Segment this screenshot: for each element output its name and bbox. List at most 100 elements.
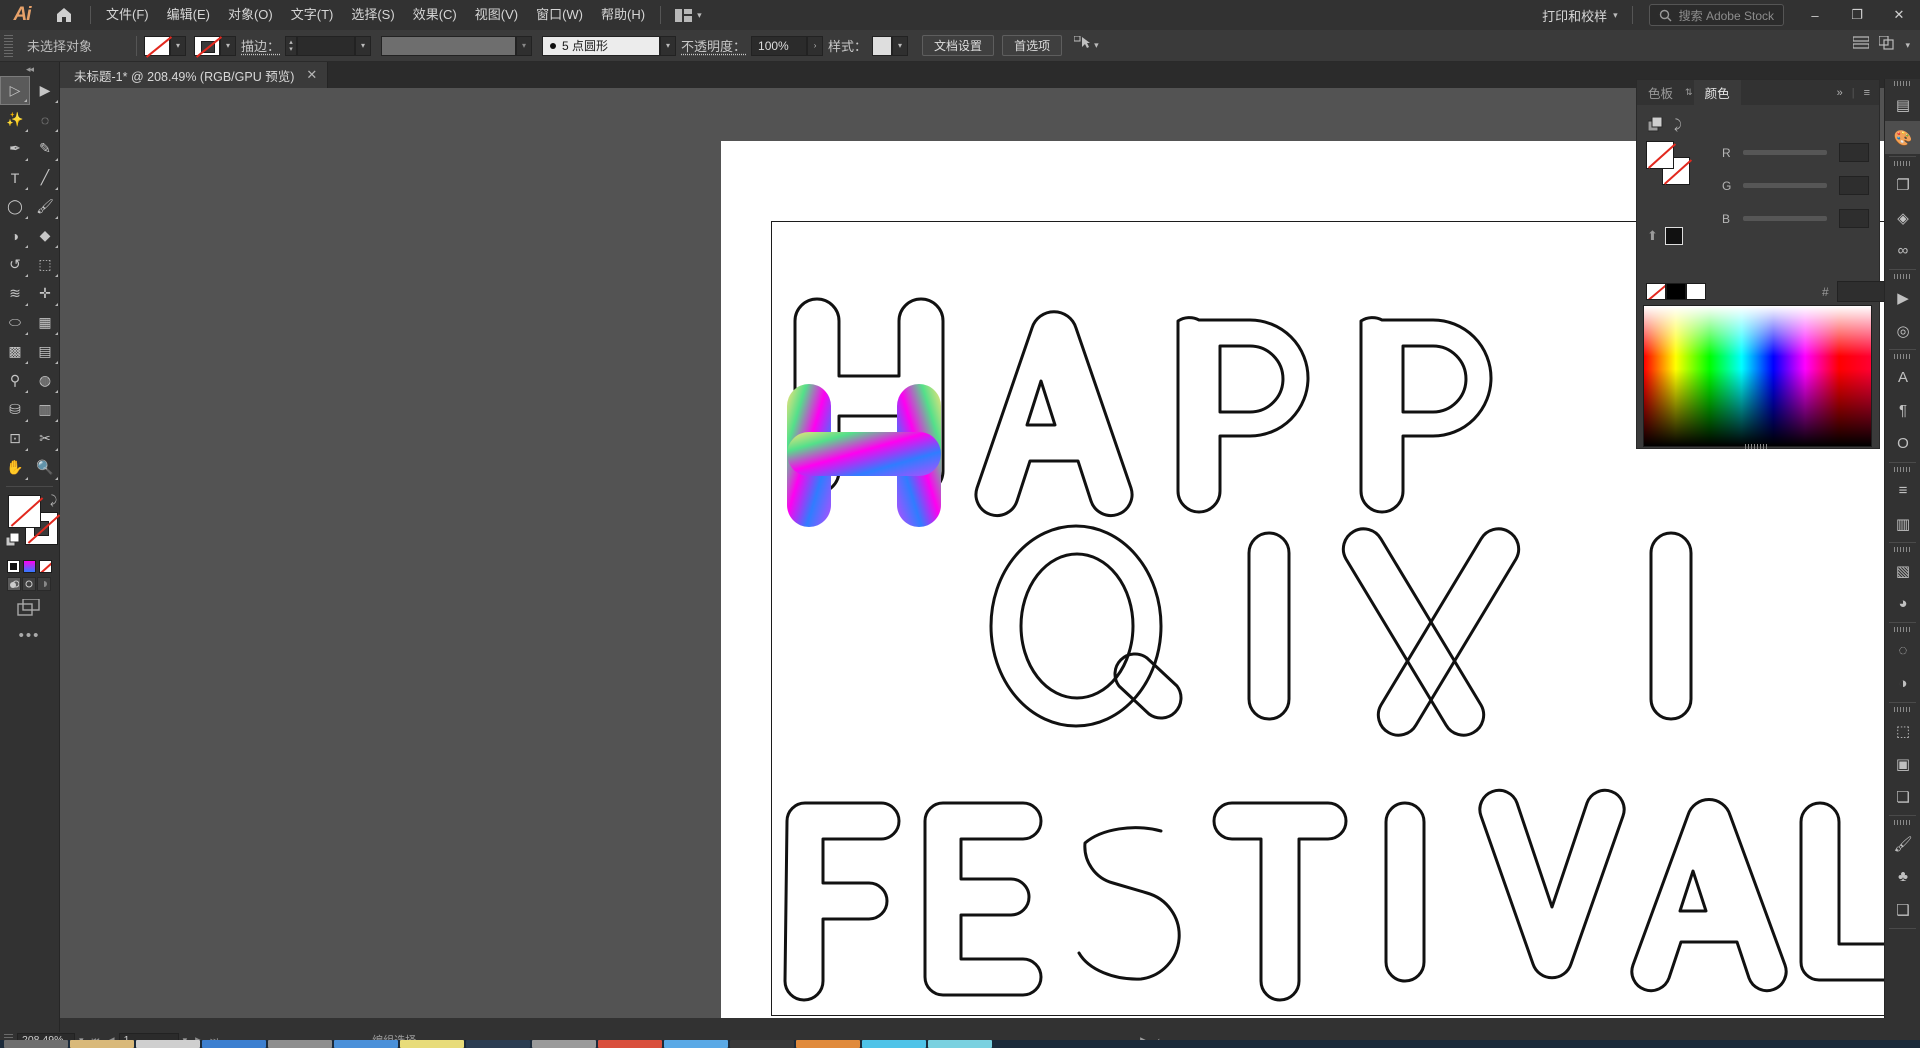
slice-tool[interactable]: ✂	[30, 424, 60, 453]
gradient-tool[interactable]: ▤	[30, 337, 60, 366]
color-panel-fill-stroke-toggle-icon[interactable]	[1647, 116, 1663, 137]
menu-help[interactable]: 帮助(H)	[592, 0, 654, 30]
ellipse-tool[interactable]: ◯	[0, 192, 30, 221]
taskbar-app-8[interactable]	[466, 1040, 530, 1048]
rail-group-grip-3[interactable]	[1885, 352, 1920, 361]
panel-menu-icon[interactable]: ≡	[1864, 87, 1870, 99]
opentype-panel-icon[interactable]: O	[1885, 427, 1920, 460]
layers-panel-icon[interactable]: ◈	[1885, 201, 1920, 234]
gradient-icon[interactable]	[23, 560, 36, 573]
appearance-panel-icon[interactable]: ◕	[1885, 587, 1920, 620]
menu-effect[interactable]: 效果(C)	[404, 0, 466, 30]
select-similar-dropdown-icon[interactable]: ▾	[1094, 40, 1099, 51]
opacity-flyout-icon[interactable]: ›	[807, 35, 824, 56]
slider-b-track[interactable]	[1743, 216, 1827, 221]
lasso-tool[interactable]: ◌	[30, 105, 60, 134]
tab-color[interactable]: 颜色	[1693, 80, 1741, 105]
last-used-color-swatch[interactable]	[1664, 227, 1683, 245]
none-icon[interactable]	[39, 560, 52, 573]
symbol-sprayer-tool[interactable]: ⛁	[0, 395, 30, 424]
transparency-panel-icon[interactable]: ▧	[1885, 554, 1920, 587]
fill-swatch-large[interactable]	[8, 495, 44, 528]
rail-group-grip-4[interactable]	[1885, 465, 1920, 474]
rail-group-grip-5[interactable]	[1885, 545, 1920, 554]
artboards-panel-icon[interactable]: ❐	[1885, 168, 1920, 201]
color-spectrum-ramp[interactable]	[1643, 305, 1872, 447]
gradient-panel-icon[interactable]: ▥	[1885, 507, 1920, 540]
arrange-icon[interactable]	[1878, 35, 1895, 55]
fill-color-swatch[interactable]	[144, 35, 170, 56]
brush-definition-field[interactable]: 5 点圆形	[542, 35, 661, 56]
hex-input[interactable]	[1836, 281, 1889, 302]
align-panel-icon[interactable]: ≡	[1885, 474, 1920, 507]
taskbar-app-12[interactable]	[730, 1040, 794, 1048]
rail-group-grip-0[interactable]	[1885, 79, 1920, 88]
none-swatch[interactable]	[1646, 283, 1666, 300]
eyedropper-tool[interactable]: ⚲	[0, 366, 30, 395]
home-icon[interactable]	[44, 0, 84, 30]
panel-group-toggle-icon[interactable]: ⇅	[1684, 80, 1694, 105]
paintbrush-tool[interactable]: 🖌	[30, 192, 60, 221]
zoom-tool[interactable]: 🔍	[30, 453, 60, 482]
taskbar-app-13[interactable]	[796, 1040, 860, 1048]
hand-tool[interactable]: ✋	[0, 453, 30, 482]
line-segment-tool[interactable]: ╱	[30, 163, 60, 192]
taskbar-app-4[interactable]	[202, 1040, 266, 1048]
taskbar-app-14[interactable]	[862, 1040, 926, 1048]
graphic-style-swatch[interactable]	[872, 35, 893, 56]
chevron-down-icon-proof[interactable]: ▾	[1613, 10, 1626, 21]
control-bar-grip[interactable]	[4, 34, 13, 57]
more-tools-icon[interactable]: •••	[0, 617, 59, 644]
panel-resize-grip[interactable]	[1745, 444, 1767, 449]
menu-file[interactable]: 文件(F)	[97, 0, 158, 30]
selection-tool[interactable]: ▷	[0, 76, 30, 105]
blend-tool[interactable]: ◍	[30, 366, 60, 395]
graphic-styles-panel-icon[interactable]: ◑	[1885, 667, 1920, 700]
menu-view[interactable]: 视图(V)	[466, 0, 527, 30]
transform-panel-icon[interactable]: ⬚	[1885, 714, 1920, 747]
tab-swatches[interactable]: 色板	[1637, 80, 1684, 105]
slider-g-track[interactable]	[1743, 183, 1827, 188]
taskbar-app-7[interactable]	[400, 1040, 464, 1048]
slider-b-value[interactable]	[1839, 209, 1869, 228]
swatches-panel-icon[interactable]: ▤	[1885, 88, 1920, 121]
taskbar-app-1[interactable]	[4, 1040, 68, 1048]
select-similar-icon[interactable]	[1073, 35, 1091, 55]
menu-type[interactable]: 文字(T)	[282, 0, 343, 30]
taskbar-app-11[interactable]	[664, 1040, 728, 1048]
opacity-input[interactable]: 100%	[751, 35, 808, 56]
actions-panel-icon[interactable]: ▶	[1885, 281, 1920, 314]
stroke-weight-dropdown-icon[interactable]: ▾	[355, 35, 372, 56]
taskbar-app-6[interactable]	[334, 1040, 398, 1048]
variable-width-dropdown-icon[interactable]: ▾	[516, 35, 533, 56]
white-swatch[interactable]	[1686, 283, 1706, 300]
default-fill-stroke-icon[interactable]	[5, 532, 21, 553]
document-setup-button[interactable]: 文档设置	[922, 35, 995, 56]
slider-r-value[interactable]	[1839, 143, 1869, 162]
perspective-grid-tool[interactable]: ▦	[30, 308, 60, 337]
brush-dropdown-icon[interactable]: ▾	[660, 35, 677, 56]
stroke-weight-stepper[interactable]: ▴ ▾	[285, 35, 298, 56]
shape-builder-tool[interactable]: ⬭	[0, 308, 30, 337]
column-graph-tool[interactable]: ▥	[30, 395, 60, 424]
window-restore-button[interactable]: ❐	[1836, 0, 1878, 30]
type-tool[interactable]: T	[0, 163, 30, 192]
brushes-panel-icon[interactable]: 🖌	[1885, 827, 1920, 860]
taskbar-app-15[interactable]	[928, 1040, 992, 1048]
color-panel-fill-swatch[interactable]	[1646, 141, 1677, 169]
collapse-panel-icon[interactable]: »	[1837, 87, 1843, 99]
rail-group-grip-7[interactable]	[1885, 705, 1920, 714]
rail-group-grip-6[interactable]	[1885, 625, 1920, 634]
cc-libraries-panel-icon[interactable]: ◎	[1885, 314, 1920, 347]
menu-object[interactable]: 对象(O)	[219, 0, 282, 30]
width-tool[interactable]: ≋	[0, 279, 30, 308]
menu-edit[interactable]: 编辑(E)	[158, 0, 219, 30]
color-panel-icon[interactable]: 🎨	[1885, 121, 1920, 154]
align-icon[interactable]	[1852, 36, 1871, 55]
document-info-panel-icon[interactable]: ❑	[1885, 893, 1920, 926]
paragraph-panel-icon[interactable]: ¶	[1885, 394, 1920, 427]
change-screen-mode-icon[interactable]	[0, 591, 59, 617]
black-swatch[interactable]	[1666, 283, 1686, 300]
pathfinder-panel-icon[interactable]: ▣	[1885, 747, 1920, 780]
slider-g-value[interactable]	[1839, 176, 1869, 195]
